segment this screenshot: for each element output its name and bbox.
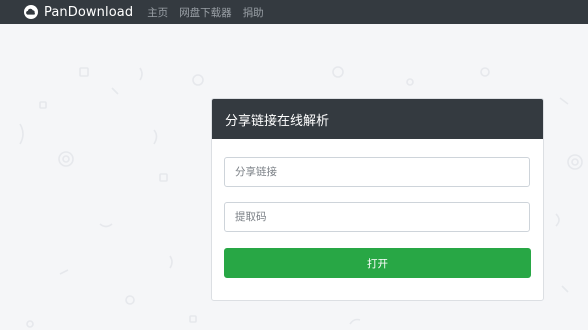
nav-link-downloader[interactable]: 网盘下载器: [179, 5, 232, 20]
share-link-input[interactable]: [224, 157, 530, 187]
nav-link-donate[interactable]: 捐助: [243, 5, 264, 20]
top-navbar: PanDownload 主页 网盘下载器 捐助: [0, 0, 588, 24]
open-button[interactable]: 打开: [224, 248, 531, 278]
card-title: 分享链接在线解析: [212, 99, 543, 139]
brand-name: PanDownload: [44, 4, 134, 20]
nav-links: 主页 网盘下载器 捐助: [147, 5, 275, 20]
nav-link-home[interactable]: 主页: [147, 5, 168, 20]
cloud-icon: [24, 5, 38, 19]
brand-link[interactable]: PanDownload: [24, 5, 133, 20]
extract-code-input[interactable]: [224, 202, 530, 232]
share-link-parse-card: 分享链接在线解析 打开: [211, 98, 544, 301]
